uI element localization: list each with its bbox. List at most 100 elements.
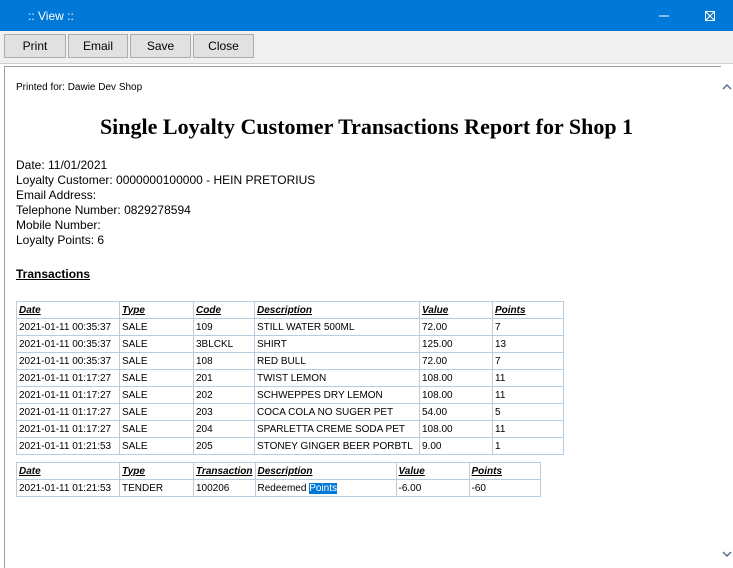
table-row: 2021-01-11 00:35:37 SALE 3BLCKL SHIRT 125.00… <box>16 335 564 353</box>
save-button[interactable]: Save <box>130 34 191 58</box>
cell-description: SHIRT <box>254 335 420 353</box>
report-date: Date: 11/01/2021 <box>16 158 108 172</box>
cell-points: 11 <box>492 386 564 404</box>
header-code: Code <box>193 301 255 319</box>
cell-type: SALE <box>119 335 194 353</box>
cell-date: 2021-01-11 00:35:37 <box>16 352 120 370</box>
cell-description: STONEY GINGER BEER PORBTL <box>254 437 420 455</box>
cell-value: 9.00 <box>419 437 493 455</box>
table-row: 2021-01-11 01:21:53 SALE 205 STONEY GINGER … <box>16 437 564 455</box>
cell-points: 13 <box>492 335 564 353</box>
cell-description: RED BULL <box>254 352 420 370</box>
cell-type: TENDER <box>119 479 194 497</box>
table-row: 2021-01-11 01:17:27 SALE 204 SPARLETTA CREM… <box>16 420 564 438</box>
cell-date: 2021-01-11 01:17:27 <box>16 403 120 421</box>
header-value: Value <box>419 301 493 319</box>
header-points: Points <box>492 301 564 319</box>
table-row: 2021-01-11 01:17:27 SALE 202 SCHWEPPES DRY … <box>16 386 564 404</box>
table-row: 2021-01-11 00:35:37 SALE 109 STILL WATER 50… <box>16 318 564 336</box>
cell-description: SCHWEPPES DRY LEMON <box>254 386 420 404</box>
cell-code: 201 <box>193 369 255 387</box>
cell-date: 2021-01-11 01:17:27 <box>16 386 120 404</box>
cell-value: 108.00 <box>419 386 493 404</box>
cell-date: 2021-01-11 00:35:37 <box>16 335 120 353</box>
cell-code: 3BLCKL <box>193 335 255 353</box>
sales-header-row: Date Type Code Description Value Points <box>16 301 564 319</box>
report-title: Single Loyalty Customer Transactions Rep… <box>99 114 634 139</box>
telephone-number: Telephone Number: 0829278594 <box>16 203 191 217</box>
header-value: Value <box>395 462 470 480</box>
table-row: 2021-01-11 00:35:37 SALE 108 RED BULL 72.00 7 <box>16 352 564 370</box>
header-points: Points <box>468 462 541 480</box>
loyalty-customer: Loyalty Customer: 0000000100000 - HEIN P… <box>16 173 316 187</box>
close-report-button[interactable]: Close <box>193 34 254 58</box>
print-button[interactable]: Print <box>4 34 66 58</box>
header-transaction: Transaction <box>193 462 256 480</box>
header-type: Type <box>119 301 194 319</box>
cell-value: -6.00 <box>395 479 470 497</box>
cell-code: 205 <box>193 437 255 455</box>
close-button[interactable] <box>687 0 733 31</box>
cell-code: 109 <box>193 318 255 336</box>
table-row: 2021-01-11 01:21:53 TENDER 100206 Redeem… <box>16 479 541 497</box>
cell-date: 2021-01-11 01:17:27 <box>16 420 120 438</box>
cell-transaction: 100206 <box>193 479 256 497</box>
header-date: Date <box>16 462 120 480</box>
cell-type: SALE <box>119 318 194 336</box>
sales-table: Date Type Code Description Value Points … <box>16 301 564 455</box>
cell-code: 204 <box>193 420 255 438</box>
cell-type: SALE <box>119 352 194 370</box>
cell-points: 11 <box>492 369 564 387</box>
chevron-down-icon[interactable] <box>721 547 733 561</box>
cell-date: 2021-01-11 01:17:27 <box>16 369 120 387</box>
header-description: Description <box>254 301 420 319</box>
table-row: 2021-01-11 01:17:27 SALE 201 TWIST LEMON 108… <box>16 369 564 387</box>
cell-value: 108.00 <box>419 369 493 387</box>
tender-table: Date Type Transaction Description Value … <box>16 462 541 497</box>
minimize-area <box>641 0 687 31</box>
selected-text[interactable]: Points <box>309 482 337 494</box>
table-row: 2021-01-11 01:17:27 SALE 203 COCA COLA NO S… <box>16 403 564 421</box>
mobile-number: Mobile Number: <box>16 218 101 232</box>
cell-points: 7 <box>492 352 564 370</box>
cell-date: 2021-01-11 00:35:37 <box>16 318 120 336</box>
header-description: Description <box>254 462 397 480</box>
cell-points: 11 <box>492 420 564 438</box>
cell-value: 125.00 <box>419 335 493 353</box>
cell-description: STILL WATER 500ML <box>254 318 420 336</box>
description-prefix: Redeemed <box>257 482 307 494</box>
cell-code: 203 <box>193 403 255 421</box>
cell-description: Redeemed Points <box>254 479 397 497</box>
cell-value: 108.00 <box>419 420 493 438</box>
cell-value: 72.00 <box>419 352 493 370</box>
cell-type: SALE <box>119 403 194 421</box>
cell-points: 1 <box>492 437 564 455</box>
cell-type: SALE <box>119 420 194 438</box>
cell-value: 54.00 <box>419 403 493 421</box>
loyalty-points: Loyalty Points: 6 <box>16 233 105 247</box>
window-title: :: View :: <box>28 9 74 23</box>
cell-points: -60 <box>468 479 541 497</box>
cell-date: 2021-01-11 01:21:53 <box>16 479 120 497</box>
vertical-scrollbar[interactable] <box>721 66 733 567</box>
cell-value: 72.00 <box>419 318 493 336</box>
cell-type: SALE <box>119 369 194 387</box>
section-title: Transactions <box>16 267 91 281</box>
cell-description: TWIST LEMON <box>254 369 420 387</box>
toolbar: Print Email Save Close <box>0 31 733 64</box>
cell-type: SALE <box>119 437 194 455</box>
cell-points: 7 <box>492 318 564 336</box>
cell-code: 202 <box>193 386 255 404</box>
header-type: Type <box>119 462 194 480</box>
chevron-up-icon[interactable] <box>721 80 733 94</box>
tender-header-row: Date Type Transaction Description Value … <box>16 462 541 480</box>
header-date: Date <box>16 301 120 319</box>
email-button[interactable]: Email <box>68 34 128 58</box>
printed-for: Printed for: Dawie Dev Shop <box>16 82 143 93</box>
email-address: Email Address: <box>16 188 97 202</box>
cell-code: 108 <box>193 352 255 370</box>
cell-description: COCA COLA NO SUGER PET <box>254 403 420 421</box>
cell-description: SPARLETTA CREME SODA PET <box>254 420 420 438</box>
cell-type: SALE <box>119 386 194 404</box>
window-titlebar: :: View :: <box>0 0 733 31</box>
